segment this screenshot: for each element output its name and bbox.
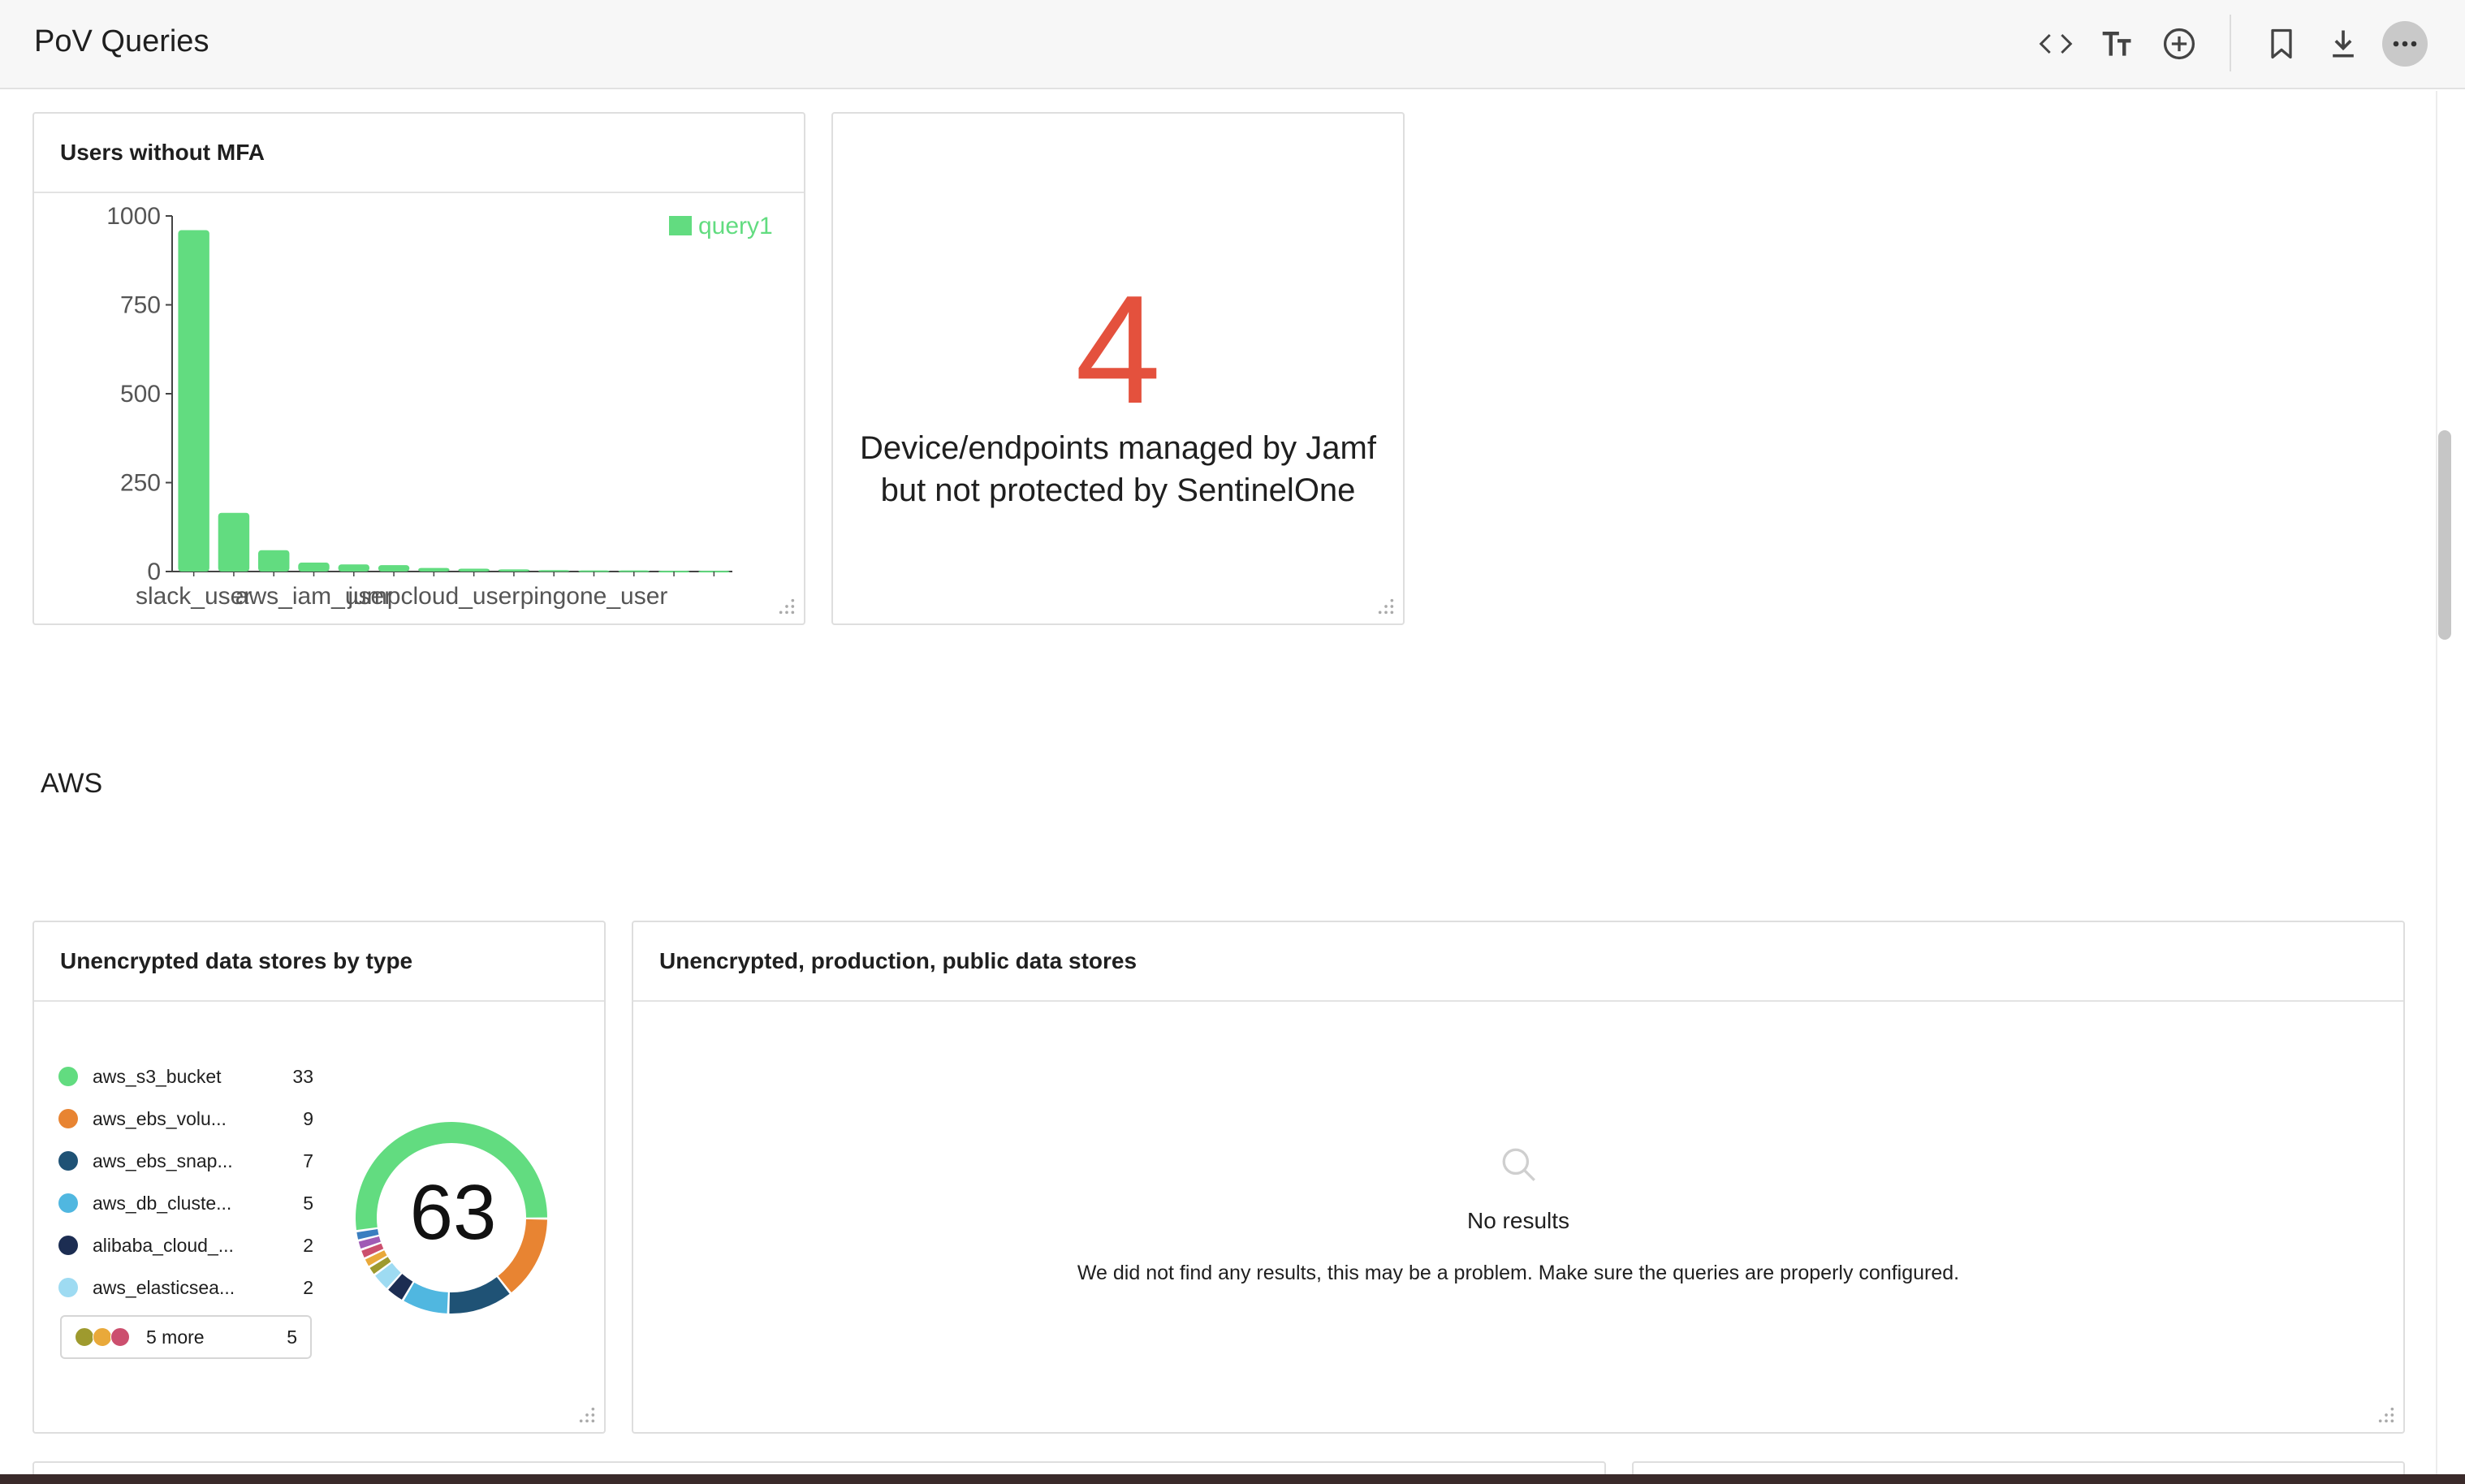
legend-swatch (58, 1193, 78, 1213)
donut-slice[interactable] (449, 1277, 510, 1314)
y-tick-label: 250 (120, 470, 161, 497)
legend-label: alibaba_cloud_... (93, 1234, 234, 1256)
legend-item[interactable]: aws_db_cluste... 5 (58, 1187, 313, 1219)
legend-value: 2 (303, 1276, 313, 1298)
legend-label: aws_db_cluste... (93, 1192, 232, 1214)
add-circle-icon[interactable] (2156, 21, 2202, 67)
legend-label[interactable]: query1 (698, 213, 773, 239)
bar[interactable] (338, 564, 370, 572)
stat-description-line2: but not protected by SentinelOne (880, 472, 1356, 508)
bar[interactable] (498, 569, 530, 572)
toolbar-separator (2230, 15, 2231, 71)
panel-title: Users without MFA (34, 114, 804, 193)
legend-item[interactable]: aws_ebs_snap... 7 (58, 1145, 313, 1177)
bar[interactable] (378, 565, 410, 572)
legend-swatch (58, 1151, 78, 1171)
scrollbar-thumb[interactable] (2438, 430, 2451, 640)
legend-swatch (75, 1327, 94, 1347)
legend-label: aws_s3_bucket (93, 1065, 222, 1087)
panel-title: Unencrypted, production, public data sto… (633, 922, 2403, 1002)
bar[interactable] (418, 567, 450, 572)
legend-item[interactable]: aws_s3_bucket 33 (58, 1060, 313, 1093)
x-tick-label: pingone_user (520, 583, 668, 610)
public-datastores-panel: Unencrypted, production, public data sto… (632, 921, 2405, 1434)
bar[interactable] (298, 563, 330, 572)
legend-item[interactable]: aws_ebs_volu... 9 (58, 1102, 313, 1135)
stat-value: 4 (1075, 264, 1161, 436)
legend-more-button[interactable]: 5 more 5 (60, 1315, 312, 1359)
bar[interactable] (458, 568, 490, 572)
legend-item[interactable]: alibaba_cloud_... 2 (58, 1229, 313, 1262)
legend-swatch (669, 216, 692, 235)
mfa-panel: Users without MFA 0 250 500 750 1000 slack_us… (32, 112, 805, 625)
resize-handle-icon[interactable] (2377, 1406, 2395, 1424)
more-swatches (75, 1327, 130, 1347)
donut-total: 63 (409, 1169, 497, 1256)
text-size-icon[interactable] (2095, 21, 2140, 67)
legend-value: 9 (303, 1107, 313, 1129)
bookmark-icon[interactable] (2259, 21, 2304, 67)
stat-description-line1: Device/endpoints managed by Jamf (860, 430, 1376, 466)
next-panel-right (1632, 1461, 2405, 1474)
resize-handle-icon[interactable] (1377, 597, 1395, 615)
legend-value: 7 (303, 1150, 313, 1171)
y-tick-label: 500 (120, 381, 161, 408)
legend-value: 5 (303, 1192, 313, 1214)
legend-swatch (58, 1236, 78, 1255)
donut-slice[interactable] (404, 1282, 448, 1314)
bar[interactable] (537, 570, 570, 572)
y-tick-label: 0 (147, 559, 161, 585)
scrollbar-track[interactable] (2436, 91, 2465, 1474)
stat-description: Device/endpoints managed by Jamf but not… (849, 427, 1387, 511)
legend-value: 2 (303, 1234, 313, 1256)
dashboard-frame: PoV Queries Users without MFA 0 250 500 750… (0, 0, 2465, 1474)
mfa-bar-chart: 02505007501000slack_useraws_iam_userjump… (106, 203, 773, 610)
more-icon[interactable] (2382, 21, 2428, 67)
legend-swatch (58, 1067, 78, 1086)
top-bar: PoV Queries (0, 0, 2465, 89)
jamf-stat-panel: 4 Device/endpoints managed by Jamf but n… (831, 112, 1405, 625)
legend-label: aws_ebs_snap... (93, 1150, 233, 1171)
empty-state-title: No results (1466, 1208, 1570, 1233)
page-title: PoV Queries (34, 24, 209, 58)
bar[interactable] (257, 550, 290, 572)
next-panel-left (32, 1461, 1606, 1474)
legend-swatch (93, 1327, 112, 1347)
legend-value: 33 (292, 1065, 313, 1087)
panel-title: Unencrypted data stores by type (34, 922, 604, 1002)
legend-item[interactable]: aws_elasticsea... 2 (58, 1271, 313, 1304)
y-tick-label: 1000 (106, 203, 161, 230)
bar[interactable] (178, 230, 209, 572)
legend-swatch (58, 1109, 78, 1128)
resize-handle-icon[interactable] (578, 1406, 596, 1424)
legend-label: aws_ebs_volu... (93, 1107, 227, 1129)
download-icon[interactable] (2320, 21, 2366, 67)
more-label: 5 more (146, 1326, 205, 1348)
resize-handle-icon[interactable] (778, 597, 796, 615)
legend-swatch (110, 1327, 130, 1347)
empty-state-description: We did not find any results, this may be… (1077, 1262, 1960, 1284)
code-icon[interactable] (2033, 21, 2079, 67)
legend-label: aws_elasticsea... (93, 1276, 235, 1298)
section-title-aws: AWS (41, 768, 103, 799)
search-icon (1502, 1148, 1535, 1181)
more-value: 5 (287, 1326, 297, 1348)
x-tick-label: jumpcloud_user (347, 583, 520, 610)
y-tick-label: 750 (120, 292, 161, 319)
legend-swatch (58, 1278, 78, 1297)
bar[interactable] (218, 512, 250, 572)
